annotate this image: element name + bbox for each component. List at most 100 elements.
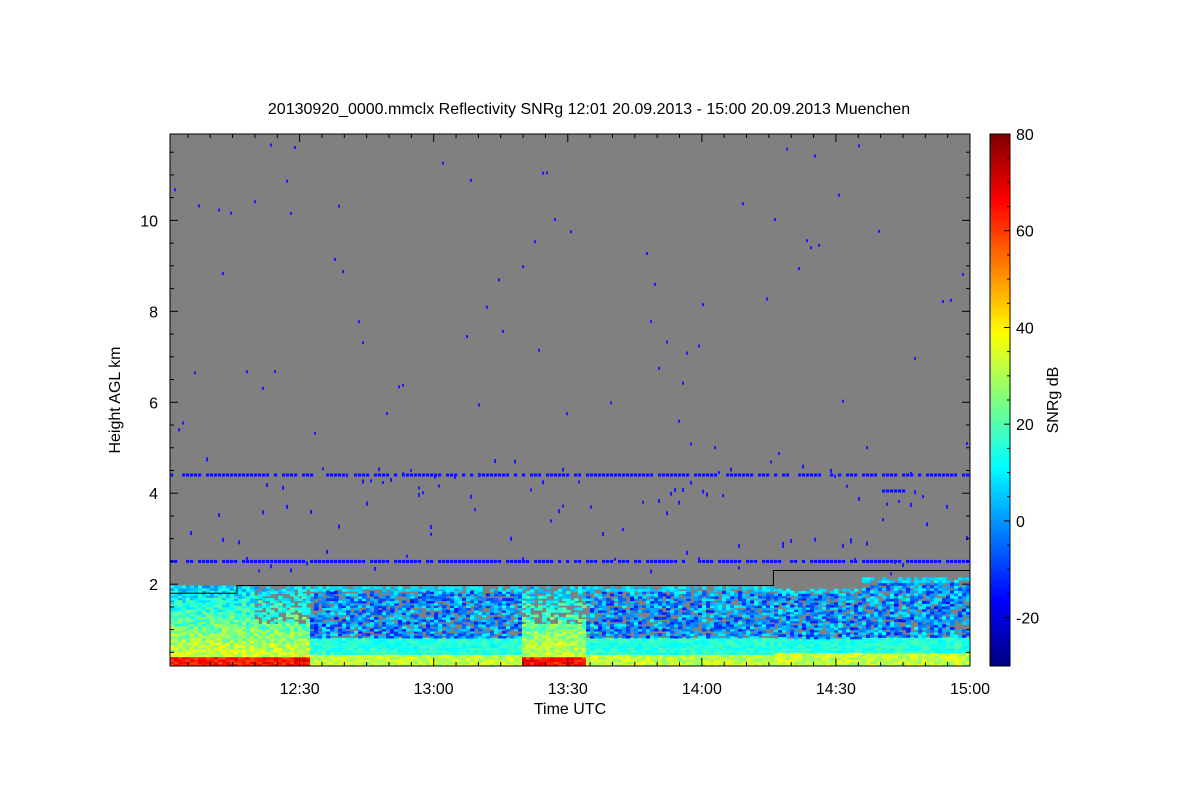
heat-cell	[302, 586, 307, 590]
noise-band-cell	[286, 473, 290, 477]
noise-band-cell	[586, 473, 590, 477]
noise-band-cell	[326, 473, 330, 477]
heat-cell	[626, 593, 631, 597]
heat-cell	[682, 628, 687, 632]
heat-cell	[582, 595, 587, 599]
noise-band-cell	[530, 473, 534, 477]
noise-band-cell	[202, 559, 206, 563]
heat-cell	[258, 612, 263, 616]
noise-band-cell	[482, 473, 486, 477]
heat-cell	[710, 614, 715, 618]
noise-band-cell	[686, 473, 690, 477]
noise-speckle	[554, 218, 556, 222]
heat-cell	[494, 598, 499, 602]
noise-speckle	[670, 491, 672, 496]
heat-cell	[826, 622, 831, 626]
heat-cell	[366, 623, 371, 627]
heat-cell	[638, 605, 643, 609]
heat-cell	[290, 607, 295, 611]
noise-band-cell	[562, 473, 566, 477]
heat-cell	[774, 588, 779, 592]
noise-speckle	[642, 500, 644, 504]
heat-cell	[722, 623, 727, 627]
heat-cell	[362, 609, 367, 613]
noise-band-cell	[546, 473, 550, 477]
heat-cell	[802, 631, 807, 635]
heat-cell	[394, 586, 399, 590]
heat-cell	[634, 602, 639, 606]
noise-band-cell	[494, 473, 498, 477]
noise-speckle	[766, 297, 768, 301]
heat-cell	[830, 636, 835, 640]
heat-cell	[702, 623, 707, 627]
noise-band-cell	[554, 473, 558, 477]
noise-speckle	[658, 366, 660, 370]
heat-cell	[534, 595, 539, 599]
heat-cell	[298, 602, 303, 606]
heat-cell	[622, 602, 627, 606]
heat-cell	[590, 605, 595, 609]
heat-cell	[350, 598, 355, 602]
heat-cell	[770, 586, 775, 590]
noise-band-cell	[358, 473, 362, 477]
heat-cell	[554, 609, 559, 613]
noise-band-cell	[598, 473, 602, 477]
noise-band-cell	[438, 559, 442, 563]
heat-cell	[798, 602, 803, 606]
noise-speckle	[430, 532, 432, 536]
heat-cell	[330, 637, 335, 641]
heat-cell	[486, 633, 491, 637]
noise-band-cell	[446, 559, 450, 563]
heat-cell	[374, 600, 379, 604]
heat-cell	[546, 621, 551, 625]
heat-cell	[626, 614, 631, 618]
noise-band-cell	[574, 559, 578, 563]
noise-band-cell	[670, 559, 674, 563]
heat-cell	[834, 611, 839, 615]
noise-band-cell	[810, 473, 814, 477]
noise-band-cell	[234, 559, 238, 563]
heat-cell	[614, 602, 619, 606]
heat-cell	[538, 588, 543, 592]
heat-cell	[558, 616, 563, 620]
noise-band-cell	[446, 473, 450, 477]
heat-cell	[410, 593, 415, 597]
heat-cell	[426, 591, 431, 595]
heat-cell	[454, 586, 459, 590]
heat-cell	[802, 590, 807, 594]
heat-cell	[626, 626, 631, 630]
heat-cell	[398, 628, 403, 632]
heat-cell	[730, 591, 735, 595]
heat-cell	[630, 619, 635, 623]
heat-cell	[330, 607, 335, 611]
heat-cell	[458, 616, 463, 620]
heat-cell	[406, 593, 411, 597]
heat-cell	[766, 593, 771, 597]
heat-cell	[814, 606, 819, 610]
heat-cell	[806, 615, 811, 619]
heat-cell	[482, 612, 487, 616]
heat-cell	[262, 602, 267, 606]
heat-cell	[670, 600, 675, 604]
heat-cell	[442, 637, 447, 641]
heat-cell	[590, 628, 595, 632]
heat-cell	[634, 588, 639, 592]
heat-cell	[274, 591, 279, 595]
heat-cell	[726, 595, 731, 599]
noise-speckle	[362, 341, 364, 345]
heat-cell	[726, 616, 731, 620]
noise-speckle	[770, 460, 772, 464]
heat-cell	[506, 637, 511, 641]
noise-band-cell	[214, 559, 218, 563]
heat-cell	[642, 588, 647, 592]
heat-cell	[462, 607, 467, 611]
heat-cell	[666, 623, 671, 627]
heat-cell	[314, 614, 319, 618]
heat-cell	[306, 586, 311, 590]
heat-cell	[338, 637, 343, 641]
noise-speckle	[690, 480, 692, 485]
heat-cell	[438, 623, 443, 627]
heat-cell	[498, 635, 503, 639]
heat-cell	[574, 602, 579, 606]
heat-cell	[298, 607, 303, 611]
